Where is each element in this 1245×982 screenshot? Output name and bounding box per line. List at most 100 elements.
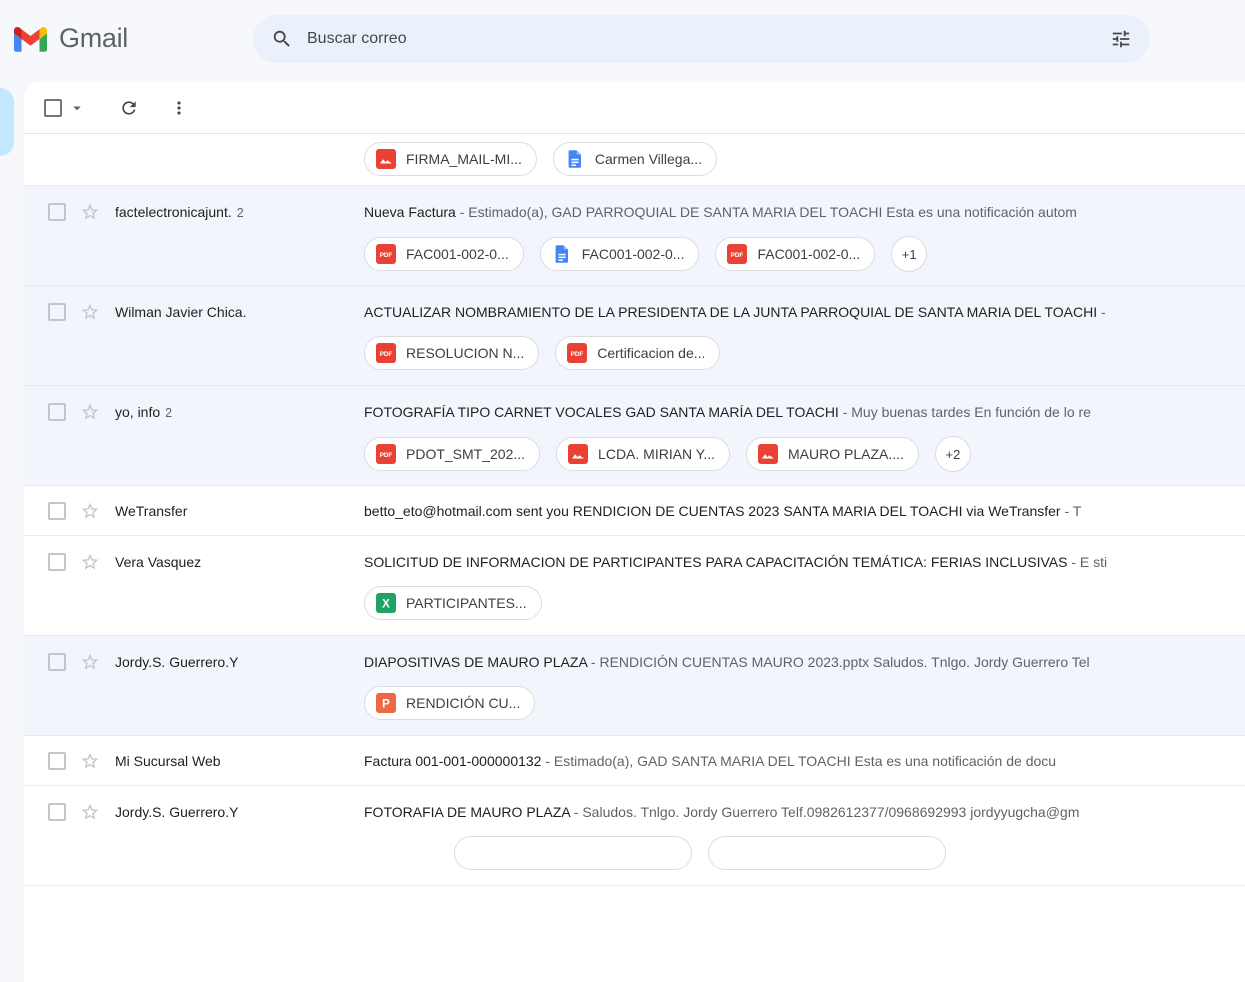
attachment-chip[interactable]: PDFFAC001-002-0... bbox=[364, 237, 524, 271]
search-input[interactable]: Buscar correo bbox=[307, 30, 1110, 48]
attachment-name: MAURO PLAZA.... bbox=[788, 446, 904, 462]
mail-row[interactable]: WeTransferbetto_eto@hotmail.com sent you… bbox=[24, 486, 1245, 536]
search-bar[interactable]: Buscar correo bbox=[253, 15, 1150, 63]
attachment-chips: PDFPDOT_SMT_202... LCDA. MIRIAN Y... MAURO… bbox=[364, 436, 971, 472]
email-snippet: - RENDICIÓN CUENTAS MAURO 2023.pptx Salu… bbox=[587, 654, 1090, 670]
excel-file-icon: X bbox=[376, 593, 396, 613]
svg-text:PDF: PDF bbox=[380, 252, 393, 259]
star-icon[interactable] bbox=[80, 802, 100, 822]
attachment-chips: X PARTICIPANTES... bbox=[364, 586, 542, 620]
mail-toolbar bbox=[24, 82, 1245, 134]
refresh-icon[interactable] bbox=[119, 98, 139, 118]
attachment-name: PDOT_SMT_202... bbox=[406, 446, 525, 462]
mail-row-main: factelectronicajunt.2Nueva Factura - Est… bbox=[24, 186, 1245, 238]
mail-row-main: Jordy.S. Guerrero.YDIAPOSITIVAS DE MAURO… bbox=[24, 636, 1245, 688]
gmail-logo[interactable]: Gmail bbox=[14, 23, 128, 54]
sender: factelectronicajunt.2 bbox=[115, 204, 364, 220]
star-icon[interactable] bbox=[80, 751, 100, 771]
mail-row[interactable]: Jordy.S. Guerrero.YFOTORAFIA DE MAURO PL… bbox=[24, 786, 1245, 886]
mail-row-main: Vera VasquezSOLICITUD DE INFORMACION DE … bbox=[24, 536, 1245, 588]
attachment-chip[interactable]: LCDA. MIRIAN Y... bbox=[556, 437, 730, 471]
more-attachments-badge[interactable]: +2 bbox=[935, 436, 971, 472]
row-checkbox[interactable] bbox=[48, 403, 66, 421]
sender: Jordy.S. Guerrero.Y bbox=[115, 804, 364, 820]
star-icon[interactable] bbox=[80, 552, 100, 572]
email-subject: ACTUALIZAR NOMBRAMIENTO DE LA PRESIDENTA… bbox=[364, 304, 1097, 320]
attachment-chip[interactable]: PDFPDOT_SMT_202... bbox=[364, 437, 540, 471]
mail-list-container: FIRMA_MAIL-MI... Carmen Villega... factele… bbox=[24, 82, 1245, 982]
attachment-name: FAC001-002-0... bbox=[582, 246, 685, 262]
mail-row[interactable]: Mi Sucursal WebFactura 001-001-000000132… bbox=[24, 736, 1245, 786]
email-subject: betto_eto@hotmail.com sent you RENDICION… bbox=[364, 503, 1061, 519]
sender: yo, info2 bbox=[115, 404, 364, 420]
attachment-chips: PDFFAC001-002-0...FAC001-002-0...PDFFAC0… bbox=[364, 236, 927, 272]
attachment-name: RESOLUCION N... bbox=[406, 345, 524, 361]
star-icon[interactable] bbox=[80, 302, 100, 322]
attachment-chip[interactable]: Carmen Villega... bbox=[553, 142, 717, 176]
attachment-name: PARTICIPANTES... bbox=[406, 595, 527, 611]
mail-row[interactable]: FIRMA_MAIL-MI... Carmen Villega... bbox=[24, 134, 1245, 186]
attachment-chip[interactable]: PDF RESOLUCION N... bbox=[364, 336, 539, 370]
attachment-name: FAC001-002-0... bbox=[757, 246, 860, 262]
email-subject: Factura 001-001-000000132 bbox=[364, 753, 541, 769]
more-options-icon[interactable] bbox=[169, 98, 189, 118]
sender: WeTransfer bbox=[115, 503, 364, 519]
row-checkbox[interactable] bbox=[48, 303, 66, 321]
select-all-checkbox[interactable] bbox=[44, 99, 62, 117]
attachment-chip[interactable]: P RENDICIÓN CU... bbox=[364, 686, 535, 720]
attachment-chip[interactable] bbox=[708, 836, 946, 870]
more-attachments-badge[interactable]: +1 bbox=[891, 236, 927, 272]
attachment-chip[interactable]: FIRMA_MAIL-MI... bbox=[364, 142, 537, 176]
svg-text:P: P bbox=[382, 698, 390, 710]
sender: Jordy.S. Guerrero.Y bbox=[115, 654, 364, 670]
row-checkbox[interactable] bbox=[48, 752, 66, 770]
mail-row[interactable]: Wilman Javier Chica.ACTUALIZAR NOMBRAMIE… bbox=[24, 286, 1245, 386]
pdf-file-icon: PDF bbox=[376, 343, 396, 363]
attachment-chip[interactable]: MAURO PLAZA.... bbox=[746, 437, 919, 471]
attachment-name: LCDA. MIRIAN Y... bbox=[598, 446, 715, 462]
sender: Mi Sucursal Web bbox=[115, 753, 364, 769]
compose-button-edge[interactable] bbox=[0, 88, 14, 156]
attachment-chip[interactable]: X PARTICIPANTES... bbox=[364, 586, 542, 620]
top-header: Gmail Buscar correo bbox=[0, 0, 1245, 78]
row-checkbox[interactable] bbox=[48, 502, 66, 520]
ppt-file-icon: P bbox=[376, 693, 396, 713]
email-subject: Nueva Factura bbox=[364, 204, 456, 220]
gmail-m-icon bbox=[14, 26, 47, 52]
svg-text:PDF: PDF bbox=[380, 351, 393, 358]
star-icon[interactable] bbox=[80, 501, 100, 521]
attachment-chip[interactable]: PDF FAC001-002-0... bbox=[715, 237, 875, 271]
star-icon[interactable] bbox=[80, 202, 100, 222]
row-checkbox[interactable] bbox=[48, 203, 66, 221]
attachment-chip[interactable] bbox=[454, 836, 692, 870]
email-snippet: - Estimado(a), GAD SANTA MARIA DEL TOACH… bbox=[541, 753, 1056, 769]
star-icon[interactable] bbox=[80, 402, 100, 422]
email-subject: FOTOGRAFÍA TIPO CARNET VOCALES GAD SANTA… bbox=[364, 404, 839, 420]
mail-row-main: WeTransferbetto_eto@hotmail.com sent you… bbox=[24, 486, 1245, 536]
pdf-file-icon: PDF bbox=[727, 244, 747, 264]
attachment-chip[interactable]: FAC001-002-0... bbox=[540, 237, 700, 271]
row-checkbox[interactable] bbox=[48, 803, 66, 821]
email-snippet: - Saludos. Tnlgo. Jordy Guerrero Telf.09… bbox=[570, 804, 1079, 820]
select-dropdown-caret-icon[interactable] bbox=[68, 99, 86, 117]
attachment-chip[interactable]: PDFCertificacion de... bbox=[555, 336, 720, 370]
attachment-name: FIRMA_MAIL-MI... bbox=[406, 151, 522, 167]
attachment-name: RENDICIÓN CU... bbox=[406, 695, 520, 711]
search-filters-icon[interactable] bbox=[1110, 28, 1132, 50]
mail-row[interactable]: Vera VasquezSOLICITUD DE INFORMACION DE … bbox=[24, 536, 1245, 636]
mail-rows: FIRMA_MAIL-MI... Carmen Villega... factele… bbox=[24, 134, 1245, 886]
app-title: Gmail bbox=[59, 23, 128, 54]
row-checkbox[interactable] bbox=[48, 553, 66, 571]
image-file-icon bbox=[758, 444, 778, 464]
mail-row[interactable]: factelectronicajunt.2Nueva Factura - Est… bbox=[24, 186, 1245, 286]
mail-row[interactable]: yo, info2FOTOGRAFÍA TIPO CARNET VOCALES … bbox=[24, 386, 1245, 486]
mail-row-main: Wilman Javier Chica.ACTUALIZAR NOMBRAMIE… bbox=[24, 286, 1245, 338]
svg-text:PDF: PDF bbox=[571, 351, 584, 358]
attachment-chips: P RENDICIÓN CU... bbox=[364, 686, 535, 720]
search-icon[interactable] bbox=[271, 28, 293, 50]
mail-row[interactable]: Jordy.S. Guerrero.YDIAPOSITIVAS DE MAURO… bbox=[24, 636, 1245, 736]
email-snippet: - Estimado(a), GAD PARROQUIAL DE SANTA M… bbox=[456, 204, 1077, 220]
row-checkbox[interactable] bbox=[48, 653, 66, 671]
attachment-chips bbox=[454, 836, 946, 870]
star-icon[interactable] bbox=[80, 652, 100, 672]
